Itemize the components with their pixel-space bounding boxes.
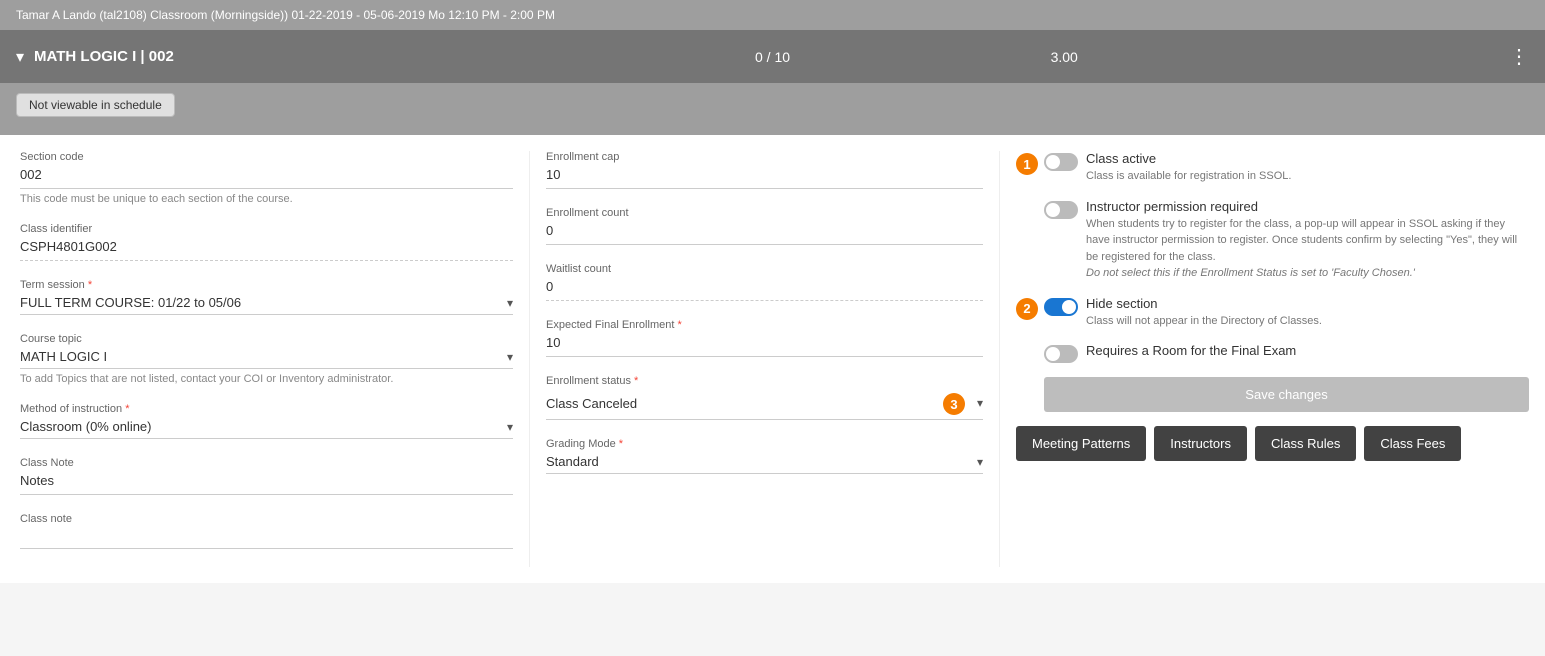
- class-note-input-field: Class note: [20, 513, 513, 549]
- section-code-label: Section code: [20, 151, 513, 163]
- class-active-desc: Class is available for registration in S…: [1086, 168, 1529, 185]
- right-column: 1 Class active Class is available for re…: [1000, 151, 1545, 567]
- hide-section-label: Hide section: [1086, 296, 1529, 311]
- instructor-permission-desc: When students try to register for the cl…: [1086, 216, 1529, 282]
- section-menu-icon[interactable]: ⋮: [1509, 44, 1529, 69]
- class-note-label: Class Note: [20, 457, 513, 469]
- hide-section-knob: [1062, 300, 1076, 314]
- requires-room-knob: [1046, 347, 1060, 361]
- waitlist-count-value: 0: [546, 279, 983, 301]
- action-buttons: Meeting Patterns Instructors Class Rules…: [1016, 426, 1529, 461]
- expected-final-enrollment-value[interactable]: 10: [546, 335, 983, 357]
- method-of-instruction-select[interactable]: Classroom (0% online) ▾: [20, 419, 513, 439]
- requires-room-row: Requires a Room for the Final Exam: [1016, 343, 1529, 363]
- course-topic-field: Course topic MATH LOGIC I ▾ To add Topic…: [20, 333, 513, 385]
- section-credits: 3.00: [1051, 49, 1078, 65]
- term-session-field: Term session * FULL TERM COURSE: 01/22 t…: [20, 279, 513, 315]
- class-active-knob: [1046, 155, 1060, 169]
- top-row: Tamar A Lando (tal2108) Classroom (Morni…: [0, 0, 1545, 30]
- chevron-icon[interactable]: ▾: [16, 47, 24, 67]
- enrollment-count-value: 0: [546, 223, 983, 245]
- section-counts: 0 / 10: [755, 49, 790, 65]
- requires-room-toggle[interactable]: [1044, 345, 1078, 363]
- section-code-field: Section code 002 This code must be uniqu…: [20, 151, 513, 205]
- class-active-content: Class active Class is available for regi…: [1086, 151, 1529, 185]
- section-header: ▾ MATH LOGIC I | 002 0 / 10 3.00 ⋮: [0, 30, 1545, 83]
- grading-mode-dropdown-icon: ▾: [977, 455, 983, 469]
- class-active-row: 1 Class active Class is available for re…: [1016, 151, 1529, 185]
- expected-final-enrollment-field: Expected Final Enrollment * 10: [546, 319, 983, 357]
- class-note-input-label: Class note: [20, 513, 513, 525]
- course-topic-hint: To add Topics that are not listed, conta…: [20, 373, 513, 385]
- form-area: Section code 002 This code must be uniqu…: [0, 135, 1545, 583]
- enrollment-status-select[interactable]: Class Canceled 3 ▾: [546, 391, 983, 420]
- instructors-button[interactable]: Instructors: [1154, 426, 1247, 461]
- top-row-text: Tamar A Lando (tal2108) Classroom (Morni…: [16, 8, 555, 22]
- grading-mode-field: Grading Mode * Standard ▾: [546, 438, 983, 474]
- class-active-label: Class active: [1086, 151, 1529, 166]
- badge-1: 1: [1016, 153, 1038, 175]
- waitlist-count-field: Waitlist count 0: [546, 263, 983, 301]
- class-fees-button[interactable]: Class Fees: [1364, 426, 1461, 461]
- meeting-patterns-button[interactable]: Meeting Patterns: [1016, 426, 1146, 461]
- badge-2: 2: [1016, 298, 1038, 320]
- requires-room-content: Requires a Room for the Final Exam: [1086, 343, 1529, 358]
- hide-section-row: 2 Hide section Class will not appear in …: [1016, 296, 1529, 330]
- class-note-field: Class Note Notes: [20, 457, 513, 495]
- enrollment-count-field: Enrollment count 0: [546, 207, 983, 245]
- method-instruction-dropdown-icon: ▾: [507, 420, 513, 434]
- class-note-value: Notes: [20, 473, 513, 495]
- left-column: Section code 002 This code must be uniqu…: [0, 151, 530, 567]
- section-code-hint: This code must be unique to each section…: [20, 193, 513, 205]
- class-active-toggle[interactable]: [1044, 153, 1078, 171]
- class-identifier-value: CSPH4801G002: [20, 239, 513, 261]
- enrollment-cap-value[interactable]: 10: [546, 167, 983, 189]
- instructor-permission-knob: [1046, 203, 1060, 217]
- expected-final-enrollment-label: Expected Final Enrollment *: [546, 319, 983, 331]
- method-of-instruction-label: Method of instruction *: [20, 403, 513, 415]
- class-rules-button[interactable]: Class Rules: [1255, 426, 1356, 461]
- instructor-permission-toggle[interactable]: [1044, 201, 1078, 219]
- section-code-value[interactable]: 002: [20, 167, 513, 189]
- enrollment-status-badge: 3: [943, 393, 965, 415]
- course-topic-select[interactable]: MATH LOGIC I ▾: [20, 349, 513, 369]
- enrollment-status-dropdown-icon: ▾: [977, 396, 983, 410]
- enrollment-cap-field: Enrollment cap 10: [546, 151, 983, 189]
- class-note-input-value[interactable]: [20, 529, 513, 549]
- instructor-permission-content: Instructor permission required When stud…: [1086, 199, 1529, 282]
- instructor-permission-label: Instructor permission required: [1086, 199, 1529, 214]
- not-viewable-badge: Not viewable in schedule: [16, 93, 175, 117]
- enrollment-status-field: Enrollment status * Class Canceled 3 ▾: [546, 375, 983, 420]
- hide-section-desc: Class will not appear in the Directory o…: [1086, 313, 1529, 330]
- term-session-label: Term session *: [20, 279, 513, 291]
- hide-section-toggle[interactable]: [1044, 298, 1078, 316]
- hide-section-content: Hide section Class will not appear in th…: [1086, 296, 1529, 330]
- enrollment-cap-label: Enrollment cap: [546, 151, 983, 163]
- grading-mode-label: Grading Mode *: [546, 438, 983, 450]
- save-changes-button[interactable]: Save changes: [1044, 377, 1529, 412]
- class-identifier-label: Class identifier: [20, 223, 513, 235]
- course-topic-dropdown-icon: ▾: [507, 350, 513, 364]
- term-session-dropdown-icon: ▾: [507, 296, 513, 310]
- course-topic-label: Course topic: [20, 333, 513, 345]
- grading-mode-select[interactable]: Standard ▾: [546, 454, 983, 474]
- enrollment-status-label: Enrollment status *: [546, 375, 983, 387]
- waitlist-count-label: Waitlist count: [546, 263, 983, 275]
- class-identifier-field: Class identifier CSPH4801G002: [20, 223, 513, 261]
- enrollment-count-label: Enrollment count: [546, 207, 983, 219]
- term-session-select[interactable]: FULL TERM COURSE: 01/22 to 05/06 ▾: [20, 295, 513, 315]
- instructor-permission-row: Instructor permission required When stud…: [1016, 199, 1529, 282]
- mid-column: Enrollment cap 10 Enrollment count 0 Wai…: [530, 151, 1000, 567]
- requires-room-label: Requires a Room for the Final Exam: [1086, 343, 1529, 358]
- method-of-instruction-field: Method of instruction * Classroom (0% on…: [20, 403, 513, 439]
